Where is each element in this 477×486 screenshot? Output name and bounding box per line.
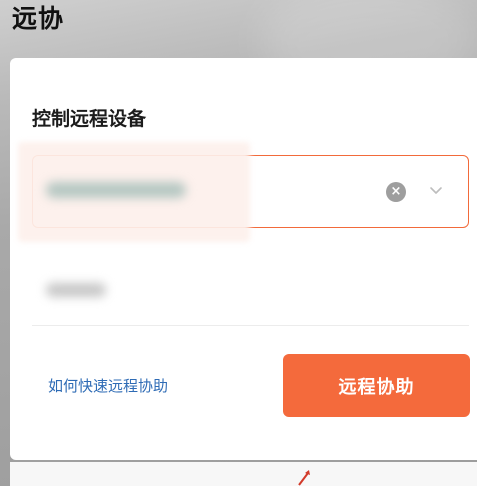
help-link[interactable]: 如何快速远程协助 bbox=[48, 375, 168, 397]
page-title: 远协 bbox=[12, 4, 65, 33]
red-arrow-annotation-icon bbox=[298, 470, 310, 486]
redacted-device-id bbox=[46, 182, 186, 198]
redacted-device-name bbox=[46, 283, 106, 297]
divider bbox=[32, 325, 469, 326]
next-card-edge bbox=[10, 462, 477, 486]
remote-control-card: 控制远程设备 × 如何快速远程协助 远程协助 bbox=[10, 58, 477, 460]
section-title: 控制远程设备 bbox=[32, 108, 147, 130]
remote-assist-button[interactable]: 远程协助 bbox=[283, 354, 470, 417]
clear-circle-icon[interactable]: × bbox=[386, 182, 406, 202]
chevron-down-icon[interactable] bbox=[426, 178, 446, 202]
